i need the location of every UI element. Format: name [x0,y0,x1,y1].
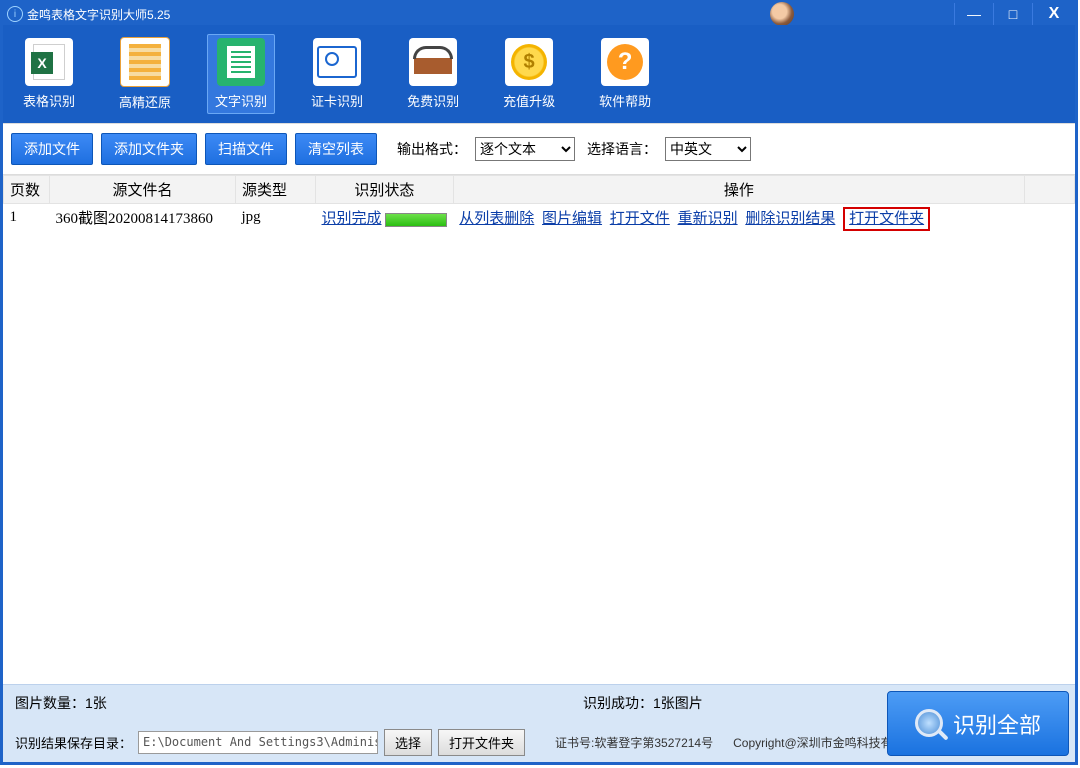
table-row: 1 360截图20200814173860 jpg 识别完成 从列表删除 图片编… [4,204,1075,232]
lang-label: 选择语言： [587,139,657,159]
window-buttons: — □ X [954,3,1075,25]
op-edit[interactable]: 图片编辑 [542,211,602,227]
book-icon [409,38,457,86]
cell-source: 360截图20200814173860 [50,204,236,232]
ribbon-label: 表格识别 [23,91,75,110]
ribbon-id-card[interactable]: 证卡识别 [303,34,371,114]
ribbon-recharge[interactable]: 充值升级 [495,34,563,114]
image-count-label: 图片数量：1张 [15,693,107,713]
table-header-row: 页数 源文件名 源类型 识别状态 操作 [4,176,1075,204]
footer: 图片数量：1张 识别成功：1张图片 识别结果保存目录： E:\Document … [3,684,1075,762]
op-del[interactable]: 删除识别结果 [745,211,835,227]
ribbon: 表格识别 高精还原 文字识别 证卡识别 免费识别 充值升级 软件帮助 [3,25,1075,123]
status-text: 识别完成 [322,211,382,227]
col-source: 源文件名 [50,176,236,204]
maximize-button[interactable]: □ [993,3,1032,25]
magnifier-icon [915,709,945,739]
ribbon-help[interactable]: 软件帮助 [591,34,659,114]
title-bar: i 金鸣表格文字识别大师5.25 — □ X [3,3,1075,25]
ribbon-table-recog[interactable]: 表格识别 [15,34,83,114]
save-dir-label: 识别结果保存目录： [15,733,132,752]
format-select[interactable]: 逐个文本 [475,137,575,161]
ribbon-label: 软件帮助 [599,91,651,110]
id-icon [313,38,361,86]
add-folder-button[interactable]: 添加文件夹 [101,133,197,165]
progress-bar [385,213,447,227]
doc-icon [120,37,170,87]
col-status: 识别状态 [316,176,454,204]
ribbon-label: 高精还原 [119,92,171,111]
help-icon [601,38,649,86]
choose-dir-button[interactable]: 选择 [384,729,432,756]
recognize-all-label: 识别全部 [953,708,1041,740]
ribbon-text-recog[interactable]: 文字识别 [207,34,275,114]
ribbon-label: 免费识别 [407,91,459,110]
text-icon [217,38,265,86]
app-icon: i [7,6,23,22]
add-file-button[interactable]: 添加文件 [11,133,93,165]
coin-icon [505,38,553,86]
app-window: i 金鸣表格文字识别大师5.25 — □ X 表格识别 高精还原 文字识别 证卡… [0,0,1078,765]
lang-select[interactable]: 中英文 [665,137,751,161]
open-dir-button[interactable]: 打开文件夹 [438,729,525,756]
ribbon-label: 证卡识别 [311,91,363,110]
ribbon-label: 充值升级 [503,91,555,110]
minimize-button[interactable]: — [954,3,993,25]
success-label: 识别成功：1张图片 [583,693,703,713]
op-retry[interactable]: 重新识别 [678,211,738,227]
clear-list-button[interactable]: 清空列表 [295,133,377,165]
ribbon-free[interactable]: 免费识别 [399,34,467,114]
ribbon-high-precision[interactable]: 高精还原 [111,33,179,115]
excel-icon [25,38,73,86]
user-avatar[interactable] [770,2,794,26]
recognize-all-button[interactable]: 识别全部 [887,691,1069,756]
cell-page: 1 [4,204,50,232]
file-table: 页数 源文件名 源类型 识别状态 操作 1 360截图2020081417386… [3,175,1075,231]
cell-status: 识别完成 [316,204,454,232]
scan-file-button[interactable]: 扫描文件 [205,133,287,165]
format-label: 输出格式： [397,139,467,159]
cell-type: jpg [236,204,316,232]
col-page: 页数 [4,176,50,204]
ribbon-label: 文字识别 [215,91,267,110]
file-table-wrap: 页数 源文件名 源类型 识别状态 操作 1 360截图2020081417386… [3,175,1075,684]
col-type: 源类型 [236,176,316,204]
toolbar: 添加文件 添加文件夹 扫描文件 清空列表 输出格式： 逐个文本 选择语言： 中英… [3,123,1075,175]
license-text: 证书号:软著登字第3527214号 [555,734,713,751]
close-button[interactable]: X [1032,3,1075,25]
cell-ops: 从列表删除 图片编辑 打开文件 重新识别 删除识别结果 打开文件夹 [453,204,1024,232]
op-open[interactable]: 打开文件 [610,211,670,227]
op-remove[interactable]: 从列表删除 [459,211,534,227]
highlight-box: 打开文件夹 [843,207,930,231]
app-title: 金鸣表格文字识别大师5.25 [27,6,170,23]
col-ops: 操作 [453,176,1024,204]
op-open-folder[interactable]: 打开文件夹 [849,211,924,227]
save-dir-path[interactable]: E:\Document And Settings3\Administ [138,731,378,754]
